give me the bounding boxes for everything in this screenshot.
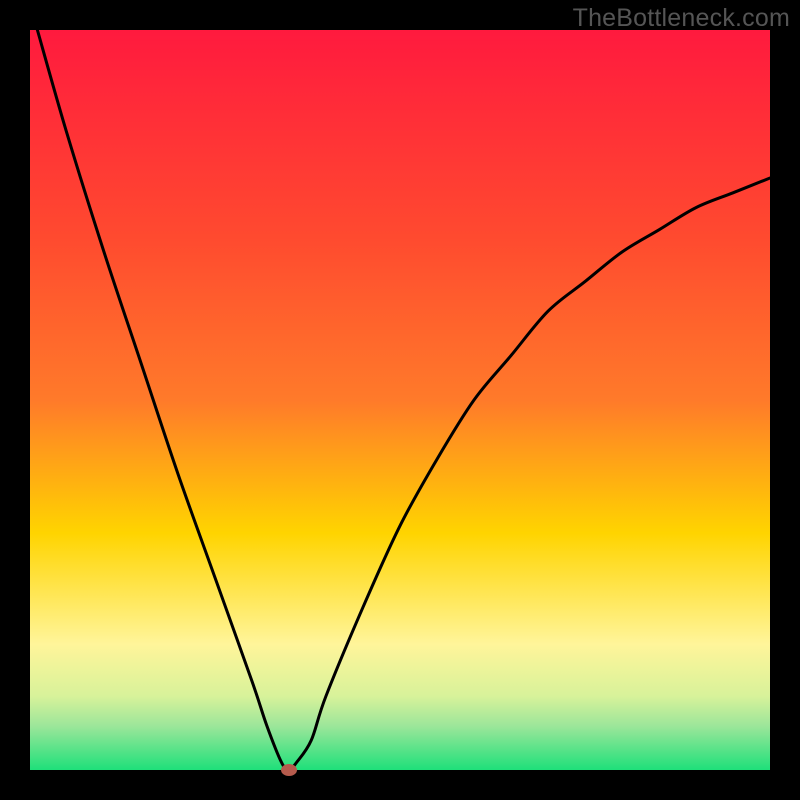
optimum-marker: [281, 764, 297, 776]
chart-canvas: [0, 0, 800, 800]
watermark-label: TheBottleneck.com: [573, 4, 790, 33]
bottleneck-chart: TheBottleneck.com: [0, 0, 800, 800]
